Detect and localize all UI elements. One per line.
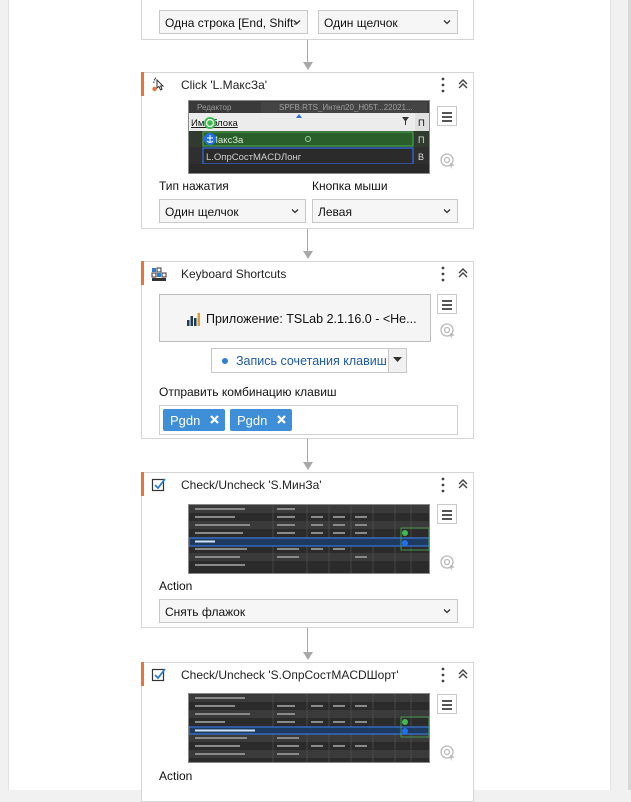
target-indicate-icon[interactable] [439, 554, 457, 572]
target-screenshot [188, 504, 430, 574]
screenshot-image: Редактор SPFB.RTS_Интел20_H05T...22021..… [189, 101, 429, 173]
target-application-text: Приложение: TSLab 2.1.16.0 - <He... [206, 312, 417, 326]
shot-tab2: SPFB.RTS_Интел20_H05T...22021... [279, 103, 413, 112]
activity-card-check-2[interactable]: Check/Uncheck 'S.ОпрСостMACDШорт' Action [141, 662, 474, 802]
activity-card-check-1[interactable]: Check/Uncheck 'S.МинЗа' Action Снять фла… [141, 472, 474, 628]
shot-row2: L.ОпрСостMACDЛонг [206, 152, 302, 163]
record-shortcut-label: Запись сочетания клавиш [236, 354, 387, 368]
app-chart-icon [187, 313, 200, 326]
screenshot-menu-button[interactable] [437, 694, 457, 714]
click-icon [152, 77, 165, 92]
screenshot-menu-button[interactable] [437, 106, 457, 126]
connector-arrow [303, 62, 313, 70]
card-header[interactable]: Keyboard Shortcuts [142, 262, 473, 286]
target-indicate-icon[interactable] [439, 322, 457, 340]
key-chip-label: Pgdn [170, 413, 201, 428]
target-screenshot [188, 693, 430, 763]
checkbox-icon [151, 478, 166, 492]
connector-arrow [303, 251, 313, 259]
chevron-down-icon [291, 209, 299, 214]
shot-tab1: Редактор [197, 103, 232, 112]
remove-key-icon[interactable] [209, 414, 220, 425]
app-menu-button[interactable] [437, 294, 457, 314]
collapse-icon[interactable] [456, 477, 470, 491]
chevron-down-icon [443, 609, 451, 614]
key-chip[interactable]: Pgdn [230, 409, 292, 431]
shot-row2-right: В [418, 152, 424, 162]
card-header[interactable]: Check/Uncheck 'S.ОпрСостMACDШорт' [142, 663, 473, 687]
more-options-icon[interactable] [439, 476, 447, 494]
record-shortcut-button[interactable]: Запись сочетания клавиш [211, 348, 407, 373]
record-dot-icon [222, 358, 228, 364]
connector-arrow [303, 652, 313, 660]
action-value: Снять флажок [165, 605, 246, 619]
caret-down-icon [393, 357, 402, 362]
shot-header2: П [418, 118, 425, 129]
remove-key-icon[interactable] [276, 414, 287, 425]
target-indicate-icon[interactable] [439, 744, 457, 762]
chevron-down-icon [443, 20, 451, 25]
card-title: Click 'L.МаксЗа' [181, 78, 268, 92]
key-chip-label: Pgdn [237, 413, 268, 428]
shortcut-keys-field[interactable]: Pgdn Pgdn [159, 405, 458, 435]
chevron-down-icon [293, 20, 301, 25]
click-type-select-top[interactable]: Один щелчок [318, 10, 458, 34]
target-screenshot: Редактор SPFB.RTS_Интел20_H05T...22021..… [188, 100, 430, 174]
more-options-icon[interactable] [439, 265, 447, 283]
connector-line [307, 439, 308, 462]
mouse-button-value: Левая [318, 205, 352, 219]
action-select[interactable]: Снять флажок [159, 599, 458, 623]
connector-line [307, 40, 308, 62]
screenshot-image [189, 694, 429, 762]
collapse-icon[interactable] [456, 77, 470, 91]
action-label: Action [159, 769, 193, 783]
connector-line [307, 628, 308, 652]
card-header[interactable]: Check/Uncheck 'S.МинЗа' [142, 473, 473, 497]
connector-line [307, 229, 308, 251]
action-label: Action [159, 579, 193, 593]
target-application-box: Приложение: TSLab 2.1.16.0 - <He... [159, 294, 431, 342]
target-indicate-icon[interactable] [439, 152, 457, 170]
chevron-down-icon [443, 209, 451, 214]
collapse-icon[interactable] [456, 266, 470, 280]
card-header[interactable]: Click 'L.МаксЗа' [142, 73, 473, 97]
connector-arrow [303, 462, 313, 470]
record-dropdown-button[interactable] [388, 349, 406, 372]
screenshot-menu-button[interactable] [437, 504, 457, 524]
card-title: Check/Uncheck 'S.ОпрСостMACDШорт' [181, 668, 399, 682]
activity-card-top: Одна строка [End, Shift- Один щелчок [141, 0, 474, 40]
send-keys-label: Отправить комбинацию клавиш [159, 385, 337, 399]
screenshot-image [189, 505, 429, 573]
mouse-button-select[interactable]: Левая [312, 199, 458, 223]
click-type-select[interactable]: Один щелчок [159, 199, 306, 223]
click-type-value: Один щелчок [165, 205, 239, 219]
activity-card-click[interactable]: Click 'L.МаксЗа' Редактор SPFB.RTS_Интел… [141, 72, 474, 229]
activity-card-keyboard[interactable]: Keyboard Shortcuts Приложение: TSLab 2.1… [141, 261, 474, 439]
keyboard-shortcut-icon [151, 267, 167, 281]
key-chip[interactable]: Pgdn [163, 409, 225, 431]
selection-mode-select[interactable]: Одна строка [End, Shift- [159, 10, 308, 34]
collapse-icon[interactable] [456, 667, 470, 681]
checkbox-icon [151, 668, 166, 682]
more-options-icon[interactable] [439, 76, 447, 94]
more-options-icon[interactable] [439, 666, 447, 684]
click-type-label: Тип нажатия [159, 179, 229, 193]
selection-mode-value: Одна строка [End, Shift- [165, 16, 298, 30]
shot-row1-right: П [418, 135, 424, 145]
mouse-button-label: Кнопка мыши [312, 179, 388, 193]
card-title: Check/Uncheck 'S.МинЗа' [181, 478, 322, 492]
card-title: Keyboard Shortcuts [181, 267, 287, 281]
click-type-value-top: Один щелчок [324, 16, 398, 30]
